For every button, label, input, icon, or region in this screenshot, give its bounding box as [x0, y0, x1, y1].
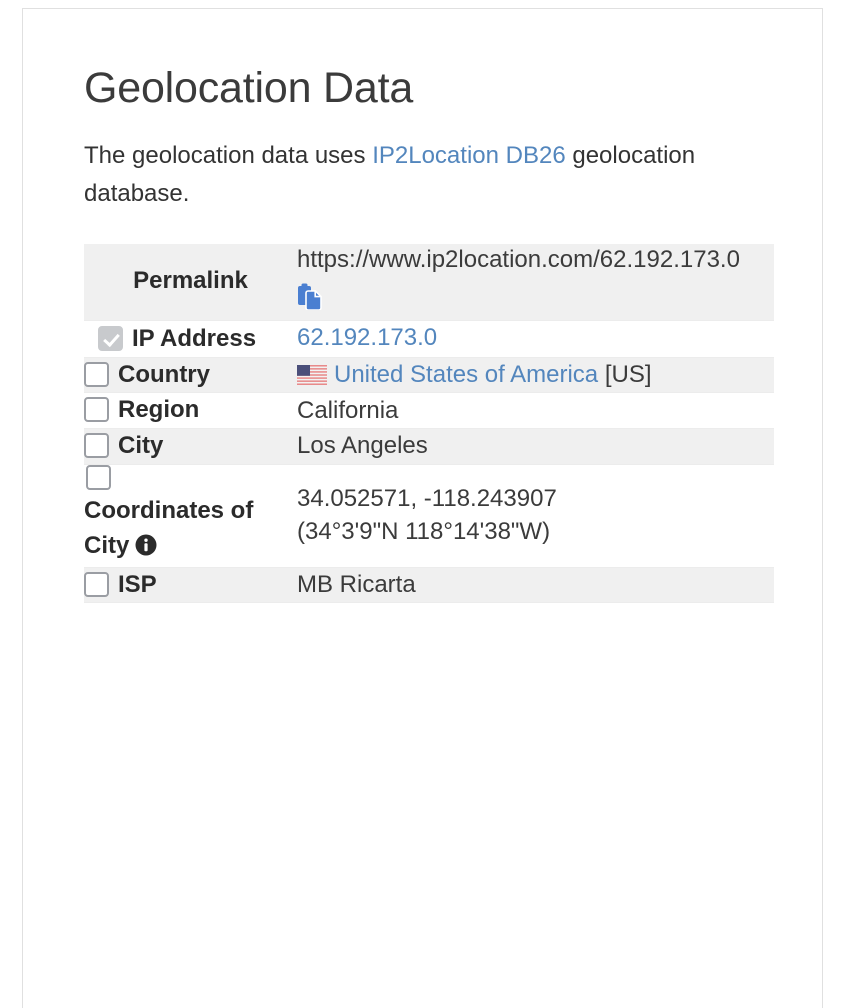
row-label-cell: Region [84, 393, 297, 429]
permalink-url-text: https://www.ip2location.com/62.192.173.0 [297, 245, 740, 273]
row-value-cell: California [297, 396, 399, 424]
copy-icon[interactable] [297, 282, 774, 319]
table-row-isp: ISP MB Ricarta [84, 567, 774, 603]
checkbox-coordinates[interactable] [86, 464, 111, 490]
row-value-cell: 34.052571, -118.243907 (34°3'9"N 118°14'… [297, 464, 774, 567]
row-label-cell: Coordinates of City [84, 464, 297, 567]
page-card: Geolocation Data The geolocation data us… [22, 8, 823, 1008]
coordinates-label-text: Coordinates of City [84, 496, 254, 559]
coordinates-decimal: 34.052571, -118.243907 [297, 485, 557, 513]
intro-paragraph: The geolocation data uses IP2Location DB… [84, 137, 709, 211]
info-icon[interactable] [135, 532, 157, 567]
page-title: Geolocation Data [84, 64, 414, 112]
table-row-country: Country United States of America [US] [84, 357, 774, 393]
row-value-cell: United States of America [US] [297, 357, 774, 393]
ip2location-db26-link[interactable]: IP2Location DB26 [372, 142, 565, 169]
country-code-text: [US] [604, 360, 652, 388]
row-label-cell: ISP [84, 567, 297, 603]
row-label-cell: IP Address [84, 320, 297, 357]
country-code [598, 361, 605, 388]
checkbox-isp[interactable] [84, 571, 109, 597]
city-label: City [118, 432, 164, 460]
permalink-label: Permalink [133, 267, 248, 295]
ip-address-value-link[interactable]: 62.192.173.0 [297, 324, 437, 351]
row-value-cell: MB Ricarta [297, 570, 416, 598]
checkbox-region[interactable] [84, 397, 109, 423]
table-row-ip-address: IP Address 62.192.173.0 [84, 320, 774, 358]
coordinates-label: Coordinates of City [84, 494, 297, 567]
table-row-coordinates: Coordinates of City 34.052571, -118.2439… [84, 464, 774, 568]
row-value-cell: Los Angeles [297, 432, 428, 460]
table-row-permalink: Permalink https://www.ip2location.com/62… [84, 243, 774, 321]
coordinates-dms: (34°3'9"N 118°14'38"W) [297, 517, 551, 545]
content-area: Geolocation Data The geolocation data us… [23, 9, 822, 603]
us-flag-icon [297, 362, 327, 385]
region-label: Region [118, 396, 200, 424]
row-value-cell: 62.192.173.0 [297, 320, 774, 357]
row-label-cell: Permalink [84, 244, 297, 320]
checkbox-country[interactable] [84, 361, 109, 387]
checkbox-city[interactable] [84, 433, 109, 459]
row-value-cell: https://www.ip2location.com/62.192.173.0 [297, 244, 774, 320]
country-value-link[interactable]: United States of America [334, 361, 598, 388]
ip-address-label: IP Address [132, 324, 257, 352]
table-row-region: Region California [84, 393, 774, 429]
isp-label: ISP [118, 570, 157, 598]
intro-prefix: The geolocation data uses [84, 142, 373, 170]
table-row-city: City Los Angeles [84, 428, 774, 465]
row-label-cell: City [84, 429, 297, 465]
geolocation-table: Permalink https://www.ip2location.com/62… [84, 243, 774, 604]
row-label-cell: Country [84, 357, 297, 393]
country-label: Country [118, 360, 210, 388]
checkbox-ip-address[interactable] [98, 325, 123, 351]
